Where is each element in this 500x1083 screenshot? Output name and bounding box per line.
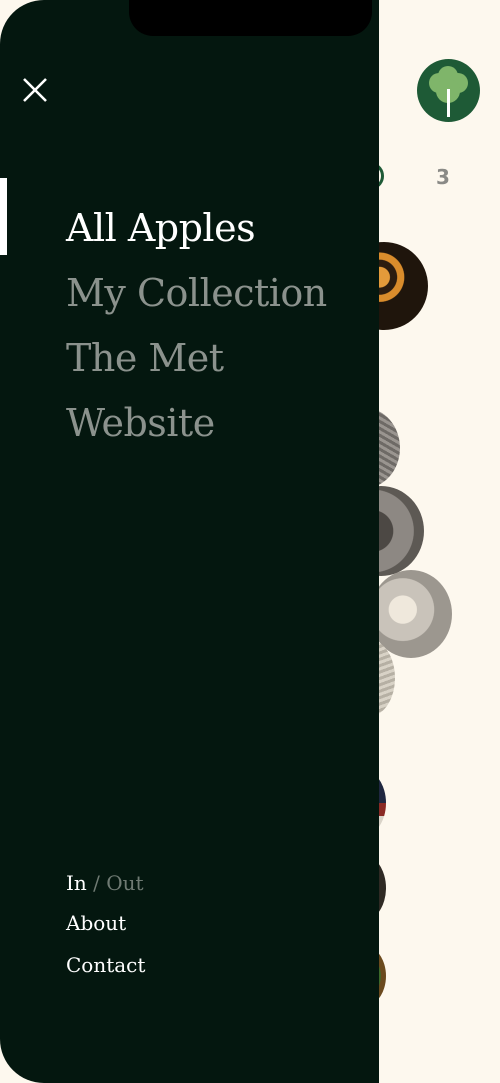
tree-icon[interactable] — [417, 59, 480, 122]
about-link[interactable]: About — [66, 908, 145, 938]
drawer-footer: In / Out About Contact — [66, 868, 145, 980]
app-screen: 3 All Apples My Collection The Met Websi… — [0, 0, 500, 1083]
nav-item-website[interactable]: Website — [66, 385, 327, 462]
drawer-nav: All Apples My Collection The Met Website — [66, 190, 327, 462]
in-out-toggle[interactable]: In / Out — [66, 868, 145, 898]
contact-link[interactable]: Contact — [66, 950, 145, 980]
close-icon — [23, 78, 47, 102]
active-nav-indicator — [0, 178, 7, 255]
device-notch — [129, 0, 372, 36]
page-number: 3 — [436, 165, 450, 189]
close-button[interactable] — [18, 73, 52, 107]
navigation-drawer: All Apples My Collection The Met Website… — [0, 0, 379, 1083]
nav-item-label: Website — [66, 401, 215, 445]
toggle-out[interactable]: Out — [106, 871, 143, 895]
toggle-in[interactable]: In — [66, 871, 87, 895]
toggle-separator: / — [93, 871, 100, 895]
